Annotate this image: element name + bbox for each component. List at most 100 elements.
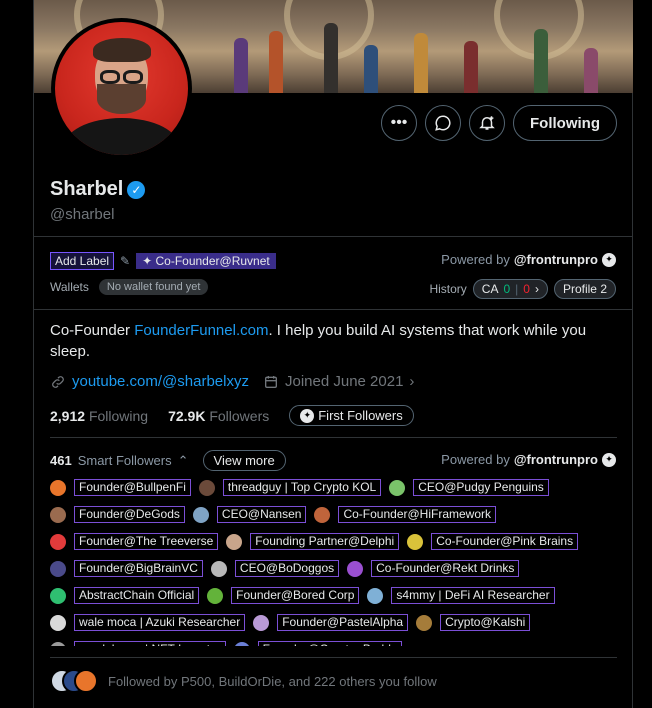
smart-follower-avatar[interactable] xyxy=(389,479,406,496)
smart-follower-tag[interactable]: Founding Partner@Delphi xyxy=(250,533,400,550)
smart-follower-avatar[interactable] xyxy=(210,560,227,577)
smart-follower-avatar[interactable] xyxy=(407,533,424,550)
smart-follower-tag[interactable]: Founder@DeGods xyxy=(74,506,185,523)
avatar-hair xyxy=(93,38,151,62)
smart-follower-avatar[interactable] xyxy=(50,587,66,604)
frontrun-logo-icon: ✦ xyxy=(300,408,315,423)
followed-by-text: Followed by P500, BuildOrDie, and 222 ot… xyxy=(108,673,437,689)
display-name: Sharbel ✓ xyxy=(50,178,146,201)
profile-history-button[interactable]: Profile 2 xyxy=(553,279,616,299)
smart-follower-avatar[interactable] xyxy=(198,479,215,496)
avatar-beard xyxy=(97,84,146,114)
smart-follower-tag[interactable]: Crypto@Kalshi xyxy=(440,614,531,631)
followers-count-label: Followers xyxy=(209,407,270,424)
bio-link[interactable]: FounderFunnel.com xyxy=(134,322,268,339)
followers-count-link[interactable]: 72.9K Followers xyxy=(168,408,269,424)
smart-follower-tag[interactable]: threadguy | Top Crypto KOL xyxy=(222,479,382,496)
smart-follower-tag[interactable]: Founder@The Treeverse xyxy=(74,533,219,550)
following-count-link[interactable]: 2,912 Following xyxy=(50,408,148,424)
smart-followers-header: 461 Smart Followers ⌃ View more xyxy=(50,450,286,471)
profile-avatar[interactable] xyxy=(51,18,192,159)
ca-green-count: 0 xyxy=(503,282,511,296)
ca-separator: | xyxy=(515,282,519,296)
ca-history-button[interactable]: CA 0 | 0 › xyxy=(472,279,548,299)
link-icon xyxy=(52,375,64,388)
co-founder-tag[interactable]: ✦ Co-Founder@Ruvnet xyxy=(136,253,276,269)
view-more-button[interactable]: View more xyxy=(202,450,286,471)
profile-column: ••• Following Sharbel ✓ @sharbel Add Lab… xyxy=(33,0,633,708)
chevron-up-icon[interactable]: ⌃ xyxy=(178,453,189,469)
smart-follower-tag[interactable]: AbstractChain Official xyxy=(74,587,200,604)
first-followers-button[interactable]: ✦ First Followers xyxy=(289,405,414,426)
smart-followers-row: Founder@BullpenFi threadguy | Top Crypto … xyxy=(50,474,620,501)
banner-figure xyxy=(464,41,478,93)
notify-button[interactable] xyxy=(469,105,505,141)
smart-follower-tag[interactable]: s4mmy | DeFi AI Researcher xyxy=(391,587,555,604)
smart-follower-tag[interactable]: CEO@Pudgy Penguins xyxy=(413,479,549,496)
smart-follower-avatar[interactable] xyxy=(226,533,243,550)
following-count-label: Following xyxy=(88,407,149,424)
more-button[interactable]: ••• xyxy=(381,105,417,141)
smart-follower-avatar[interactable] xyxy=(207,587,224,604)
frontrun-powered-by: Powered by @frontrunpro ✦ xyxy=(441,252,616,267)
smart-follower-avatar[interactable] xyxy=(416,614,433,631)
banner-figure xyxy=(324,23,338,93)
smart-follower-avatar[interactable] xyxy=(50,614,66,631)
smart-follower-avatar[interactable] xyxy=(367,587,384,604)
powered-by-label: Powered by xyxy=(441,252,510,267)
profile-bio: Co-Founder FounderFunnel.com. I help you… xyxy=(50,320,620,362)
pencil-icon[interactable]: ✎ xyxy=(120,254,130,268)
website-link[interactable]: youtube.com/@sharbelxyz xyxy=(72,373,249,390)
smart-follower-tag[interactable]: Founder@Bored Corp xyxy=(231,587,360,604)
smart-follower-avatar[interactable] xyxy=(192,506,209,523)
divider xyxy=(34,236,633,237)
smart-follower-tag[interactable]: Founder@BullpenFi xyxy=(74,479,191,496)
divider xyxy=(50,657,617,658)
wallets-row: Wallets No wallet found yet xyxy=(50,279,209,295)
frontrun-brand-link[interactable]: @frontrunpro xyxy=(514,252,598,267)
smart-follower-tag[interactable]: CEO@BoDoggos xyxy=(234,560,340,577)
smart-follower-tag[interactable]: Co-Founder@Pink Brains xyxy=(431,533,579,550)
smart-follower-tag[interactable]: Founder@BigBrainVC xyxy=(74,560,203,577)
smart-follower-avatar[interactable] xyxy=(50,533,66,550)
smart-followers-row: Founder@DeGods CEO@Nansen Co-Founder@HiFra… xyxy=(50,501,620,528)
smart-follower-tag[interactable]: Founder@PastelAlpha xyxy=(277,614,409,631)
banner-figure xyxy=(364,45,378,93)
smart-followers-row: AbstractChain Official Founder@Bored Corp… xyxy=(50,582,620,609)
following-button[interactable]: Following xyxy=(513,105,617,141)
message-button[interactable] xyxy=(425,105,461,141)
website-item: youtube.com/@sharbelxyz xyxy=(50,373,249,390)
smart-follower-tag[interactable]: wale moca | Azuki Researcher xyxy=(74,614,246,631)
banner-figure xyxy=(414,33,428,93)
smart-followers-row: seedphrase | NFT Investor Founder@Creator… xyxy=(50,636,620,646)
smart-follower-avatar[interactable] xyxy=(50,641,66,646)
smart-follower-avatar[interactable] xyxy=(347,560,364,577)
smart-follower-tag[interactable]: Founder@Creator Buddy xyxy=(257,641,402,646)
smart-powered-by: Powered by @frontrunpro ✦ xyxy=(441,452,616,467)
add-label-button[interactable]: Add Label xyxy=(50,252,115,270)
smart-follower-tag[interactable]: CEO@Nansen xyxy=(216,506,307,523)
ca-label: CA xyxy=(481,282,499,296)
smart-follower-avatar[interactable] xyxy=(50,506,66,523)
calendar-icon xyxy=(264,375,277,388)
smart-follower-tag[interactable]: Co-Founder@HiFramework xyxy=(338,506,497,523)
smart-follower-avatar[interactable] xyxy=(314,506,331,523)
powered-by-label: Powered by xyxy=(441,452,510,467)
smart-followers-row: Founder@BigBrainVC CEO@BoDoggos Co-Founder… xyxy=(50,555,620,582)
smart-followers-label: Smart Followers xyxy=(77,453,172,468)
more-icon: ••• xyxy=(390,114,408,131)
ca-red-count: 0 xyxy=(523,282,530,296)
wallets-label: Wallets xyxy=(50,280,89,294)
divider xyxy=(34,309,633,310)
divider xyxy=(50,437,617,438)
display-name-text: Sharbel xyxy=(50,178,124,200)
smart-follower-tag[interactable]: Co-Founder@Rekt Drinks xyxy=(371,560,520,577)
frontrun-brand-link[interactable]: @frontrunpro xyxy=(514,452,598,467)
smart-follower-avatar[interactable] xyxy=(50,560,66,577)
followed-by-row[interactable]: Followed by P500, BuildOrDie, and 222 ot… xyxy=(50,669,437,693)
smart-follower-tag[interactable]: seedphrase | NFT Investor xyxy=(74,641,226,646)
joined-item[interactable]: Joined June 2021 › xyxy=(263,373,414,390)
smart-follower-avatar[interactable] xyxy=(233,641,250,646)
smart-follower-avatar[interactable] xyxy=(50,479,66,496)
smart-follower-avatar[interactable] xyxy=(253,614,270,631)
